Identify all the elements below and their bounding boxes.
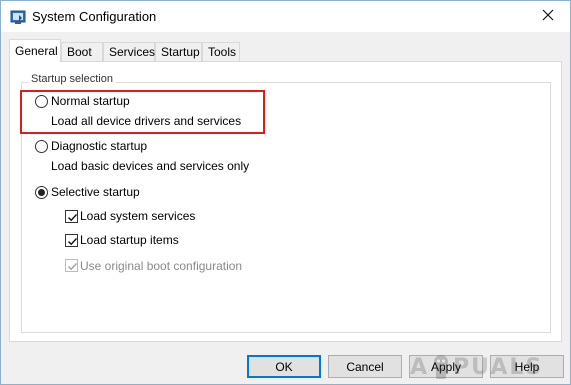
startup-selection-title: Startup selection xyxy=(28,73,116,85)
tab-boot[interactable]: Boot xyxy=(61,42,103,61)
load-system-services-checkbox[interactable] xyxy=(65,210,78,223)
selective-startup-radio[interactable] xyxy=(35,186,48,199)
tab-startup[interactable]: Startup xyxy=(155,42,202,61)
diagnostic-startup-description: Load basic devices and services only xyxy=(51,159,250,173)
diagnostic-startup-radio[interactable] xyxy=(35,140,48,153)
watermark-right: PUALS xyxy=(453,354,544,380)
mascot-icon xyxy=(434,355,449,379)
selective-startup-label[interactable]: Selective startup xyxy=(51,185,140,199)
tab-services[interactable]: Services xyxy=(103,42,155,61)
checkmark-icon xyxy=(68,263,78,271)
appuals-watermark: A PUALS xyxy=(410,351,543,383)
ok-button[interactable]: OK xyxy=(247,355,321,378)
use-original-boot-config-checkbox xyxy=(65,259,78,272)
highlight-box xyxy=(20,90,265,134)
msconfig-app-icon xyxy=(10,9,26,25)
checkmark-icon xyxy=(68,214,78,222)
tab-general[interactable]: General xyxy=(9,39,61,62)
tab-tools[interactable]: Tools xyxy=(202,42,240,61)
title-bar[interactable]: System Configuration xyxy=(1,1,570,32)
load-startup-items-label[interactable]: Load startup items xyxy=(80,233,179,247)
system-configuration-window: System Configuration General Boot Servic… xyxy=(0,0,571,385)
load-system-services-label[interactable]: Load system services xyxy=(80,209,195,223)
checkmark-icon xyxy=(68,238,78,246)
use-original-boot-config-label: Use original boot configuration xyxy=(80,259,243,273)
load-startup-items-checkbox[interactable] xyxy=(65,234,78,247)
cancel-button[interactable]: Cancel xyxy=(328,355,402,378)
window-title: System Configuration xyxy=(32,9,157,24)
watermark-left: A xyxy=(410,354,430,380)
close-icon xyxy=(542,9,554,24)
diagnostic-startup-label[interactable]: Diagnostic startup xyxy=(51,139,147,153)
close-button[interactable] xyxy=(526,1,570,32)
